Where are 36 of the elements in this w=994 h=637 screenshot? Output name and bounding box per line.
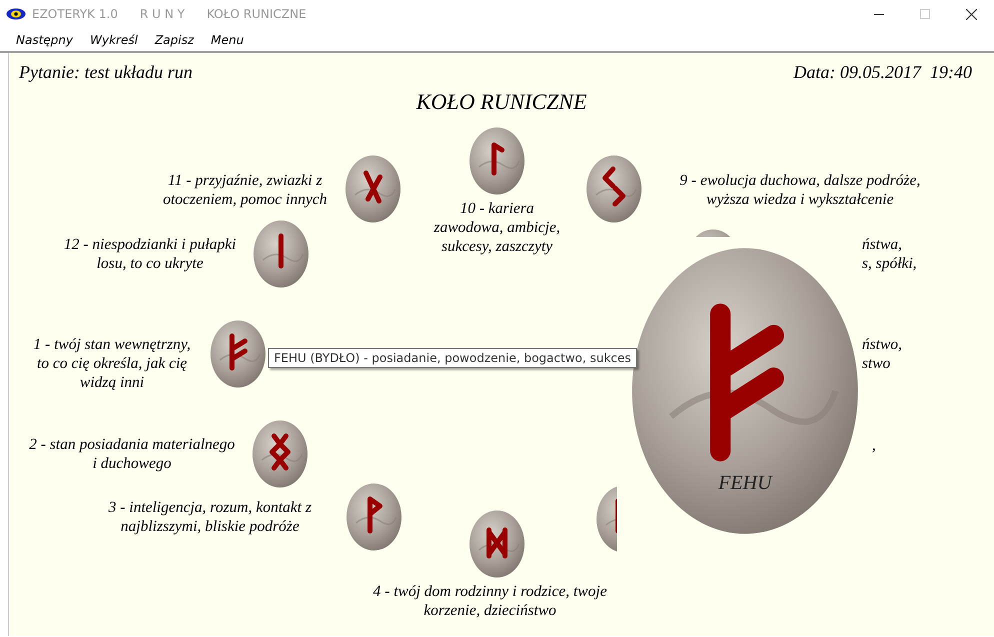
house-description: ństwa, (862, 235, 902, 254)
house-description: 1 - twój stan wewnętrzny, to co cię określa, jak cię widzą inni (33, 335, 191, 392)
rune-stone[interactable] (253, 220, 309, 288)
date-text: Data: 09.05.2017 19:40 (794, 62, 972, 83)
menu-item[interactable]: Następny (10, 32, 79, 46)
house-description: 4 - twój dom rodzinny i rodzice, twoje korzenie, dzieciństwo (373, 582, 607, 620)
house-description: 3 - inteligencja, rozum, kontakt z najblizszymi, bliskie podróże (108, 498, 312, 536)
rune-stone[interactable] (252, 420, 308, 488)
house-description: 12 - niespodzianki i pułapki losu, to co ukryte (64, 235, 236, 273)
rune-stone[interactable] (346, 483, 402, 551)
house-description: ństwo, (862, 335, 902, 354)
house-description: 10 - kariera zawodowa, ambicje, sukcesy, zaszczyty (434, 199, 560, 256)
window-title: KOŁO RUNICZNE (206, 7, 306, 21)
house-description: 11 - przyjaźnie, zwiazki z otoczeniem, pomoc innych (163, 171, 327, 209)
window-title: EZOTERYK 1.0 (32, 7, 118, 21)
menu-item[interactable]: Menu (204, 32, 250, 46)
rune-name: FEHU (717, 472, 774, 495)
rune-stone[interactable] (345, 155, 401, 223)
rune-stone[interactable] (469, 510, 525, 578)
window-title: R U N Y (140, 7, 185, 21)
wheel-title: KOŁO RUNICZNE (415, 89, 588, 115)
rune-stone[interactable] (469, 127, 525, 195)
house-description: s, spółki, (862, 254, 917, 273)
maximize-icon (920, 9, 930, 19)
house-description: 9 - ewolucja duchowa, dalsze podróże, wyższa wiedza i wykształcenie (680, 171, 920, 209)
app-logo-icon (6, 8, 26, 20)
rune-stone[interactable] (586, 155, 642, 223)
menu-item[interactable]: Zapisz (148, 32, 200, 46)
house-description: 2 - stan posiadania materialnego i duchowego (29, 435, 235, 473)
rune-stone[interactable] (210, 320, 266, 388)
menu-item[interactable]: Wykreśl (84, 32, 144, 46)
house-description: , (872, 436, 876, 455)
close-icon[interactable] (966, 8, 976, 20)
question-text: Pytanie: test układu run (19, 62, 192, 83)
house-description: stwo (862, 354, 890, 373)
tooltip: FEHU (BYDŁO) - posiadanie, powodzenie, bogactwo, sukces (268, 348, 638, 368)
